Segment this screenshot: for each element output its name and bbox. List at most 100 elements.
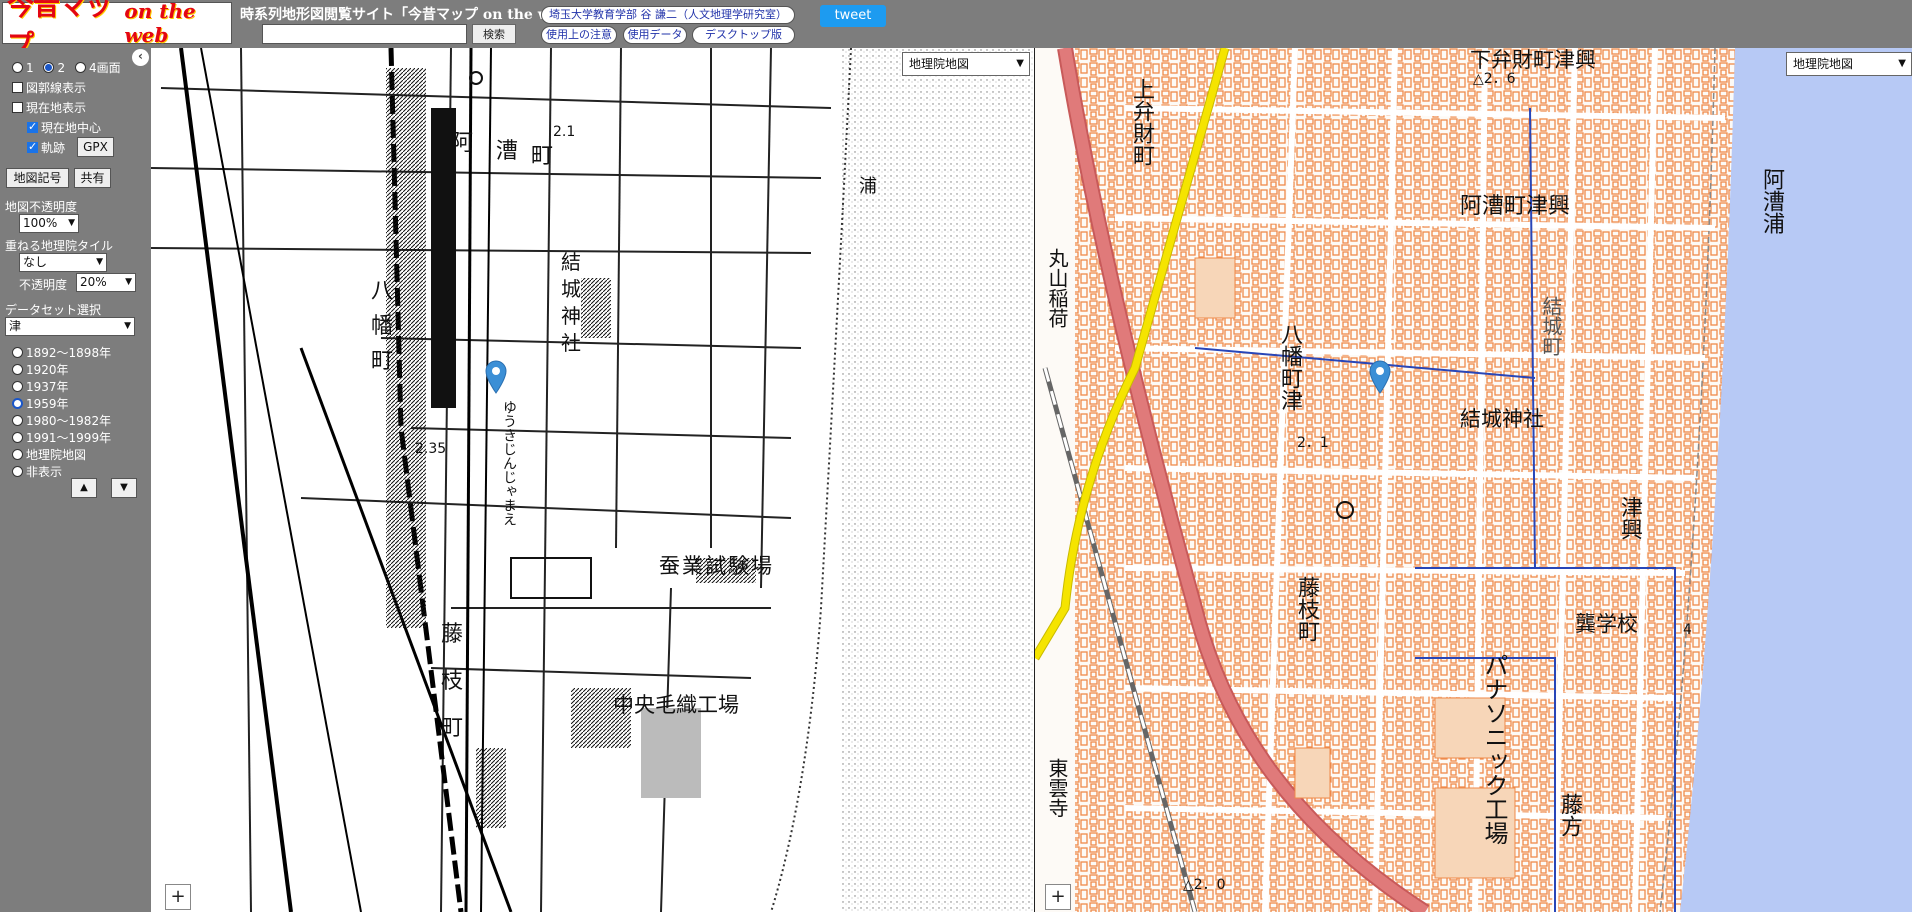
gpx-button[interactable]: GPX [77,137,114,157]
overlay-opacity-label: 不透明度 [19,278,68,292]
map-opacity-label: 地図不透明度 [5,200,78,214]
overlay-opacity-value: 20% [80,275,107,289]
period-option[interactable]: 地理院地図 [12,446,86,463]
screen-4-radio[interactable] [74,62,86,73]
map-label: 浦 [859,176,877,197]
map-label: 漕 [496,139,519,164]
left-layer-select[interactable]: 地理院地図 ▼ [902,52,1030,76]
period-radio[interactable] [12,381,23,392]
map-label: 阿漕浦 [1759,168,1784,234]
map-label: 藤枝町 [1294,576,1319,642]
author-link[interactable]: 埼玉大学教育学部 谷 謙二（人文地理学研究室） [541,6,795,24]
logo-english: on the web [124,0,196,47]
screen-2-label: 2 [57,61,66,75]
screen-4-label: 4画面 [88,61,121,75]
period-option[interactable]: 1991～1999年 [12,429,111,446]
period-option[interactable]: 1980～1982年 [12,412,111,429]
period-radio[interactable] [12,415,23,426]
map-label: 枝 [441,669,464,694]
period-radio[interactable] [12,449,23,460]
left-layer-value: 地理院地図 [909,57,970,71]
map-label: 中央毛織工場 [613,693,739,717]
move-down-icon[interactable]: ▼ [111,478,137,498]
map-label: △2．6 [1473,71,1516,87]
search-button[interactable]: 検索 [472,24,516,44]
map-symbols-button[interactable]: 地図記号 [6,168,69,188]
site-logo[interactable]: 今昔マップ on the web [2,0,232,61]
dataset-label: データセット選択 [5,303,102,317]
map-label: 蚕業試験場 [659,554,774,578]
map-label: 結 [561,250,581,274]
left-zoom-in-button[interactable]: + [165,884,191,910]
site-title: 時系列地形図閲覧サイト「今昔マップ on the web」 [240,7,583,23]
map-label: △2．0 [1183,877,1226,893]
historical-map-panel[interactable]: 阿 漕 町 八 幡 町 結 城 神 社 蚕業試験場 中央毛織工場 藤 枝 町 浦… [151,48,1035,912]
overlay-opacity-select[interactable]: 20% ▼ [76,273,136,292]
map-label: 阿 [451,131,474,156]
gsi-map-panel[interactable]: 上弁財町 丸山稲荷 八幡町津 阿漕町津興 結城町 結城神社 津興 龔学校 藤枝町… [1035,48,1912,912]
track-option[interactable]: 軌跡 [27,139,65,156]
period-label: 非表示 [26,465,63,479]
grid-lines-option[interactable]: 図郭線表示 [12,79,86,96]
period-option[interactable]: 1937年 [12,378,69,395]
right-zoom-in-button[interactable]: + [1045,884,1071,910]
desktop-version-link[interactable]: デスクトップ版 [692,26,795,44]
map-label: 龔学校 [1575,612,1638,636]
period-option[interactable]: 1892～1898年 [12,344,111,361]
center-current-label: 現在地中心 [41,121,102,135]
collapse-sidebar-icon[interactable]: ‹ [132,49,149,66]
map-label: ゆうきじんじゃまえ [501,400,517,526]
period-radio[interactable] [12,347,23,358]
data-used-link[interactable]: 使用データ [623,26,687,44]
current-location-option[interactable]: 現在地表示 [12,99,86,116]
period-radio[interactable] [12,364,23,375]
map-label: 八 [371,279,394,304]
grid-lines-checkbox[interactable] [12,82,23,93]
period-label: 1892～1898年 [26,346,112,360]
dataset-value: 津 [9,319,22,333]
right-layer-select[interactable]: 地理院地図 ▼ [1786,52,1912,76]
current-location-checkbox[interactable] [12,102,23,113]
search-input[interactable] [262,24,467,44]
period-label: 1920年 [26,363,69,377]
map-label: パナソニック工場 [1480,653,1508,845]
period-label: 1937年 [26,380,69,394]
current-location-label: 現在地表示 [26,101,87,115]
screen-1-radio[interactable] [12,62,23,73]
track-checkbox[interactable] [27,140,38,153]
period-radio[interactable] [12,432,23,443]
tweet-button[interactable]: tweet [820,5,886,27]
dataset-select[interactable]: 津 ▼ [5,317,135,336]
chevron-down-icon: ▼ [1016,58,1024,69]
location-pin-icon[interactable] [485,360,507,394]
center-current-option[interactable]: 現在地中心 [27,119,101,136]
map-label: 上弁財町 [1129,78,1154,166]
period-radio[interactable] [12,466,23,477]
map-label: 藤 [441,622,464,647]
screen-2-radio[interactable] [43,62,55,73]
map-label: 津興 [1617,496,1642,540]
chevron-down-icon: ▼ [1898,58,1906,69]
screen-1-label: 1 [26,61,34,75]
grid-lines-label: 図郭線表示 [26,81,87,95]
period-option[interactable]: 1920年 [12,361,69,378]
map-label: 2.35 [415,441,447,457]
map-opacity-select[interactable]: 100% ▼ [19,214,79,233]
usage-notes-link[interactable]: 使用上の注意 [541,26,617,44]
historical-map-drawing [151,48,1035,912]
map-label: 丸山稲荷 [1045,248,1069,328]
period-option-selected[interactable]: 1959年 [12,395,69,412]
map-label: 東雲寺 [1045,758,1069,818]
center-current-checkbox[interactable] [27,120,38,133]
map-label: 結城町 [1539,296,1563,356]
chevron-down-icon: ▼ [125,277,132,287]
period-option[interactable]: 非表示 [12,463,62,480]
location-pin-icon[interactable] [1369,360,1391,394]
map-label: 社 [561,331,581,355]
header-bar: 今昔マップ on the web 時系列地形図閲覧サイト「今昔マップ on th… [0,0,1912,61]
map-label: 藤方 [1557,793,1582,837]
period-radio[interactable] [12,398,23,409]
overlay-tile-select[interactable]: なし ▼ [19,253,107,272]
share-button[interactable]: 共有 [74,168,111,188]
move-up-icon[interactable]: ▲ [71,478,97,498]
